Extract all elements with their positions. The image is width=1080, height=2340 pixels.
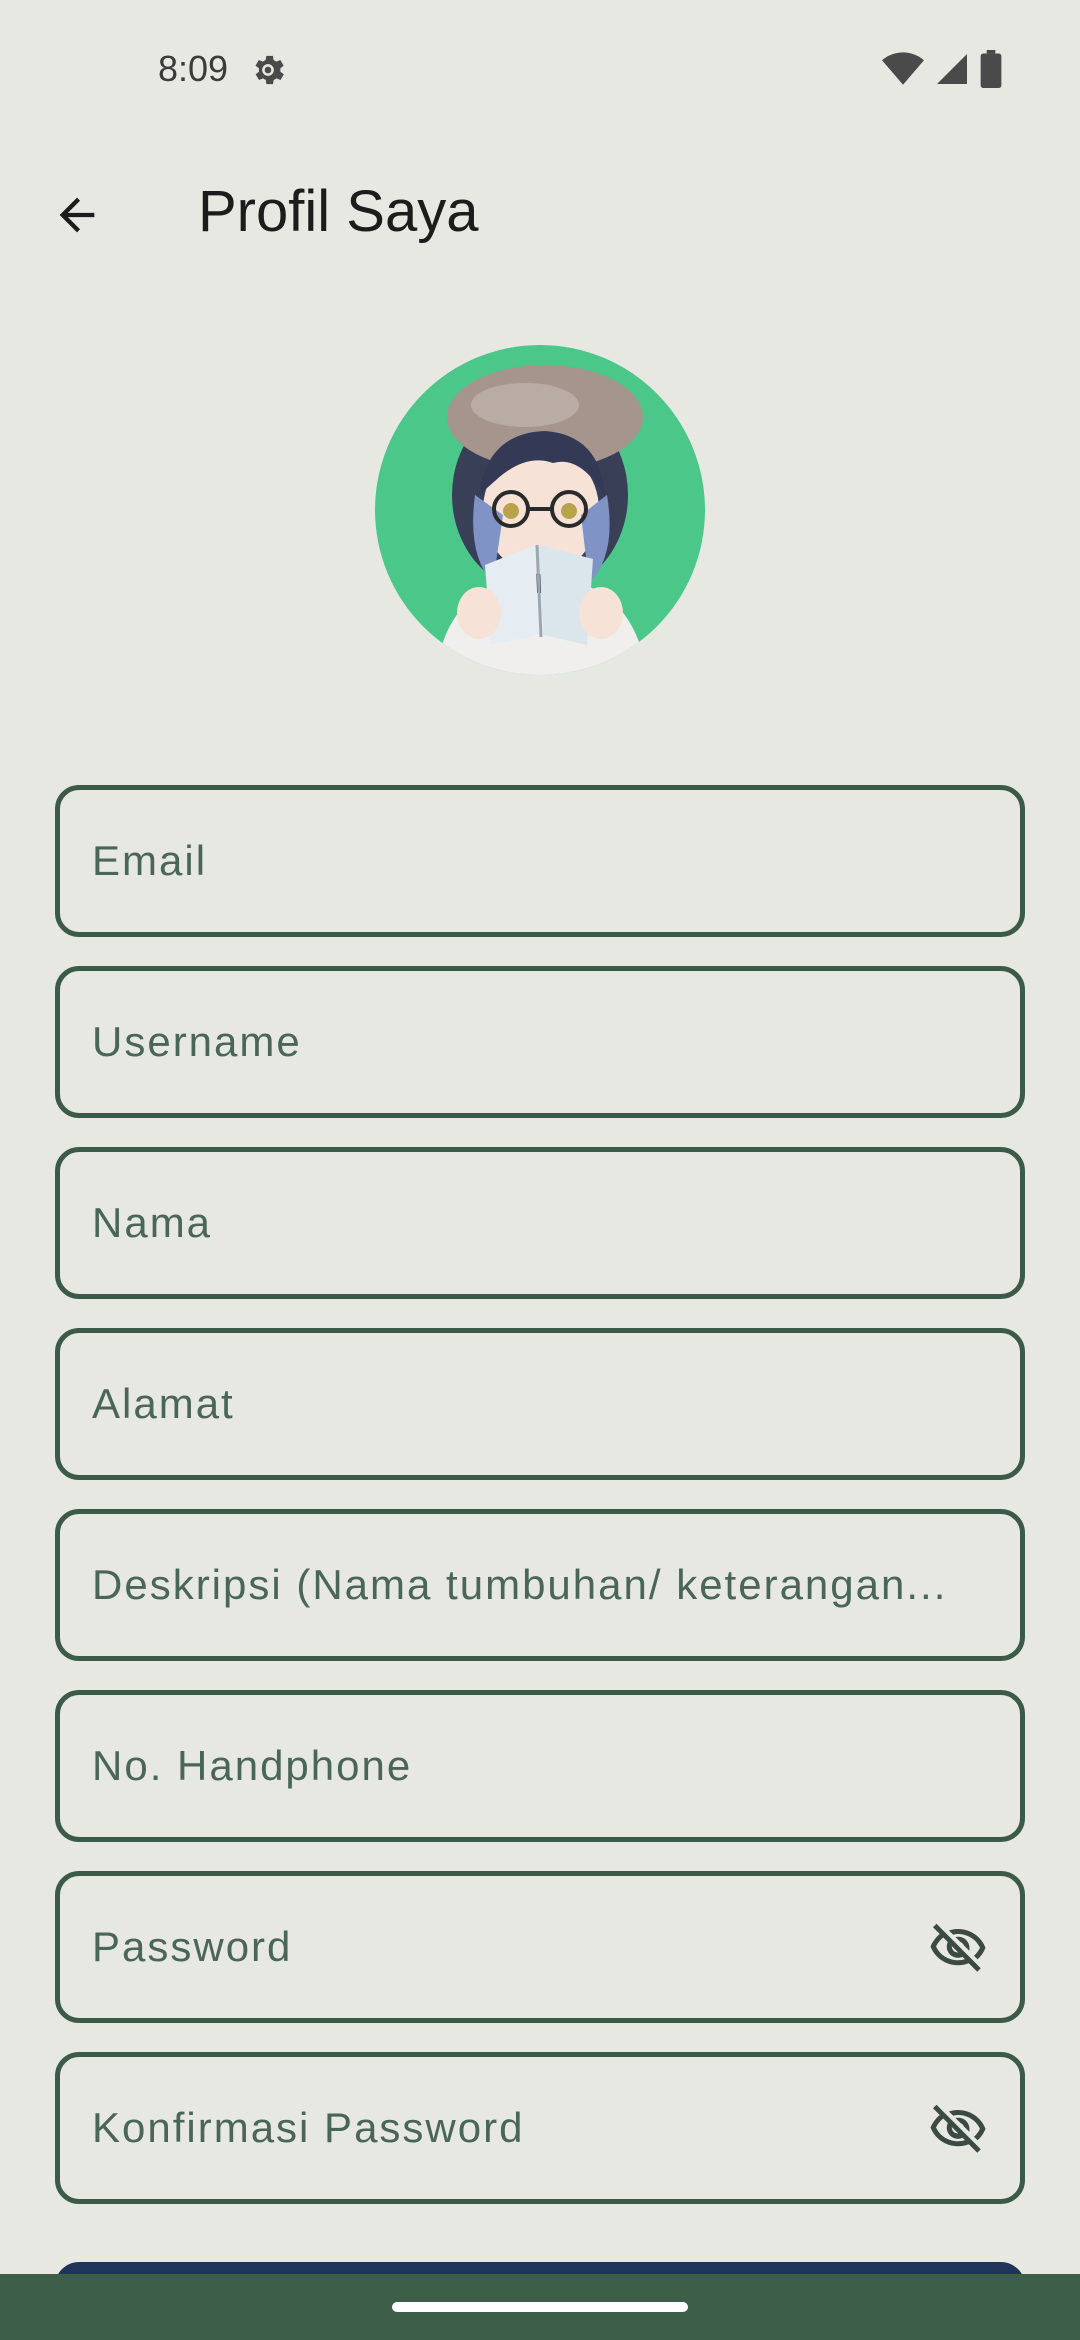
profile-avatar[interactable] (375, 345, 705, 675)
deskripsi-input[interactable] (90, 1560, 954, 1610)
password-field (55, 1871, 1025, 2023)
email-field (55, 785, 1025, 937)
phone-field (55, 1690, 1025, 1842)
app-bar: Profil Saya (0, 160, 1080, 270)
visibility-off-icon[interactable] (926, 1919, 990, 1979)
email-input[interactable] (90, 836, 954, 886)
profile-form (55, 785, 1025, 2233)
back-button[interactable] (44, 182, 110, 248)
home-gesture-handle[interactable] (392, 2302, 688, 2312)
confirm-password-field (55, 2052, 1025, 2204)
nama-field (55, 1147, 1025, 1299)
status-icons (882, 50, 1002, 88)
alamat-input[interactable] (90, 1379, 954, 1429)
confirm-password-input[interactable] (90, 2103, 874, 2153)
username-input[interactable] (90, 1017, 954, 1067)
arrow-back-icon (59, 197, 95, 233)
wifi-icon (882, 52, 924, 85)
username-field (55, 966, 1025, 1118)
avatar-illustration (435, 365, 647, 675)
alamat-field (55, 1328, 1025, 1480)
nama-input[interactable] (90, 1198, 954, 1248)
status-bar: 8:09 (0, 0, 1080, 140)
battery-icon (980, 50, 1002, 88)
navigation-bar (0, 2274, 1080, 2340)
cellular-signal-icon (937, 54, 967, 84)
page-title: Profil Saya (198, 179, 479, 244)
phone-input[interactable] (90, 1741, 954, 1791)
status-time: 8:09 (158, 48, 229, 89)
password-input[interactable] (90, 1922, 874, 1972)
visibility-off-icon[interactable] (926, 2100, 990, 2160)
deskripsi-field (55, 1509, 1025, 1661)
settings-gear-icon (255, 55, 284, 85)
